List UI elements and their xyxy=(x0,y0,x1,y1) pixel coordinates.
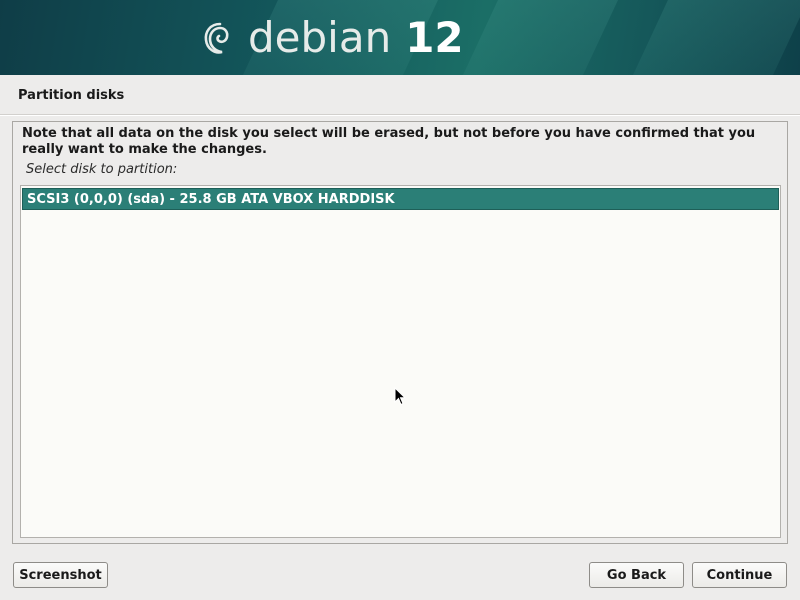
screenshot-button[interactable]: Screenshot xyxy=(13,562,108,588)
header-divider xyxy=(0,114,800,116)
page-title: Partition disks xyxy=(18,88,125,103)
go-back-button[interactable]: Go Back xyxy=(589,562,684,588)
disk-list[interactable]: SCSI3 (0,0,0) (sda) - 25.8 GB ATA VBOX H… xyxy=(20,185,781,538)
banner-decoration xyxy=(593,0,800,75)
warning-note: Note that all data on the disk you selec… xyxy=(22,126,756,157)
disk-item-sda[interactable]: SCSI3 (0,0,0) (sda) - 25.8 GB ATA VBOX H… xyxy=(22,188,779,210)
debian-banner: debian 12 xyxy=(0,0,800,75)
brand-name: debian xyxy=(248,13,392,62)
debian-swirl-icon xyxy=(204,22,229,54)
brand-version: 12 xyxy=(405,13,464,62)
debian-logo: debian 12 xyxy=(202,14,464,62)
content-panel: Note that all data on the disk you selec… xyxy=(12,121,788,544)
mouse-pointer-icon xyxy=(394,387,406,406)
page-header: Partition disks xyxy=(0,75,800,115)
continue-button[interactable]: Continue xyxy=(692,562,787,588)
disk-prompt: Select disk to partition: xyxy=(26,162,178,177)
